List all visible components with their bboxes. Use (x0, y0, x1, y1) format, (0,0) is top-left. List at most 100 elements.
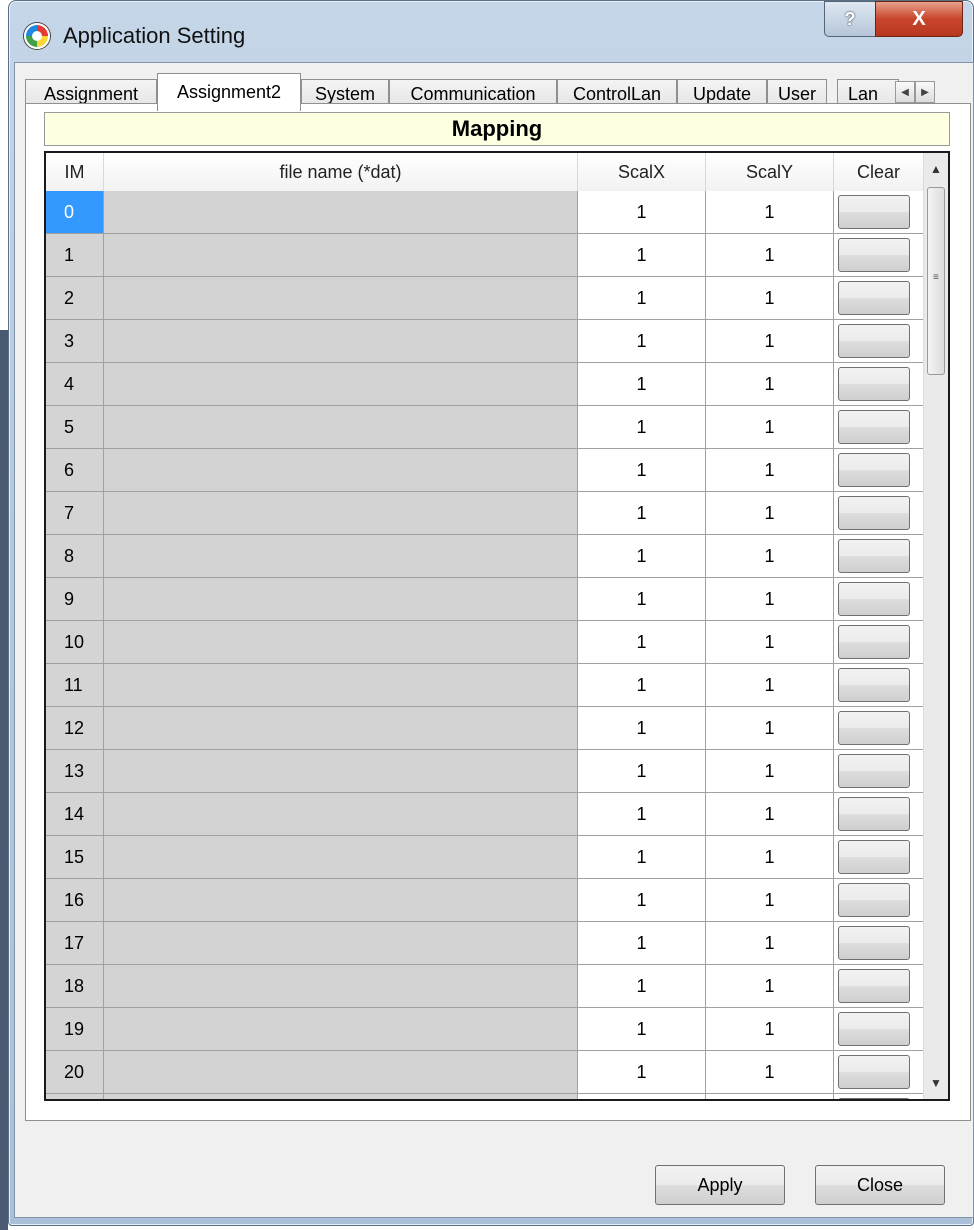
clear-button[interactable] (838, 625, 910, 659)
file-name-cell[interactable] (104, 492, 578, 535)
title-bar[interactable]: Application Setting ? X (9, 1, 973, 69)
im-cell[interactable]: 0 (46, 191, 104, 234)
file-name-cell[interactable] (104, 277, 578, 320)
clear-button[interactable] (838, 539, 910, 573)
scroll-thumb[interactable]: ≡ (927, 187, 945, 375)
scaly-cell[interactable]: 1 (706, 277, 834, 320)
file-name-cell[interactable] (104, 922, 578, 965)
im-cell[interactable]: 10 (46, 621, 104, 664)
scaly-cell[interactable]: 1 (706, 793, 834, 836)
close-window-button[interactable]: X (875, 1, 963, 37)
clear-button[interactable] (838, 410, 910, 444)
im-cell[interactable]: 3 (46, 320, 104, 363)
scaly-cell[interactable]: 1 (706, 621, 834, 664)
scaly-cell[interactable]: 1 (706, 1094, 834, 1099)
file-name-cell[interactable] (104, 836, 578, 879)
im-cell[interactable]: 8 (46, 535, 104, 578)
scalx-cell[interactable]: 1 (578, 664, 706, 707)
clear-button[interactable] (838, 582, 910, 616)
scaly-cell[interactable]: 1 (706, 664, 834, 707)
scalx-cell[interactable]: 1 (578, 879, 706, 922)
file-name-cell[interactable] (104, 621, 578, 664)
clear-button[interactable] (838, 195, 910, 229)
scaly-cell[interactable]: 1 (706, 449, 834, 492)
scaly-cell[interactable]: 1 (706, 965, 834, 1008)
scalx-cell[interactable]: 1 (578, 1008, 706, 1051)
im-cell[interactable]: 17 (46, 922, 104, 965)
file-name-cell[interactable] (104, 750, 578, 793)
scalx-cell[interactable]: 1 (578, 277, 706, 320)
scaly-cell[interactable]: 1 (706, 234, 834, 277)
scroll-up-arrow-icon[interactable]: ▲ (924, 157, 948, 181)
im-cell[interactable]: 18 (46, 965, 104, 1008)
scalx-cell[interactable]: 1 (578, 578, 706, 621)
im-cell[interactable]: 1 (46, 234, 104, 277)
column-header-scalx[interactable]: ScalX (578, 153, 706, 191)
column-header-scaly[interactable]: ScalY (706, 153, 834, 191)
clear-button[interactable] (838, 496, 910, 530)
file-name-cell[interactable] (104, 535, 578, 578)
file-name-cell[interactable] (104, 965, 578, 1008)
clear-button[interactable] (838, 754, 910, 788)
im-cell[interactable]: 9 (46, 578, 104, 621)
scaly-cell[interactable]: 1 (706, 1051, 834, 1094)
scalx-cell[interactable]: 1 (578, 234, 706, 277)
im-cell[interactable]: 5 (46, 406, 104, 449)
column-header-file-name[interactable]: file name (*dat) (104, 153, 578, 191)
tab-scroll-left-icon[interactable]: ◀ (895, 81, 915, 103)
clear-button[interactable] (838, 238, 910, 272)
clear-button[interactable] (838, 797, 910, 831)
scaly-cell[interactable]: 1 (706, 750, 834, 793)
scaly-cell[interactable]: 1 (706, 836, 834, 879)
scaly-cell[interactable]: 1 (706, 707, 834, 750)
scalx-cell[interactable]: 1 (578, 320, 706, 363)
clear-button[interactable] (838, 1055, 910, 1089)
scalx-cell[interactable]: 1 (578, 793, 706, 836)
close-button[interactable]: Close (815, 1165, 945, 1205)
clear-button[interactable] (838, 1012, 910, 1046)
scalx-cell[interactable]: 1 (578, 750, 706, 793)
file-name-cell[interactable] (104, 707, 578, 750)
file-name-cell[interactable] (104, 363, 578, 406)
clear-button[interactable] (838, 453, 910, 487)
scalx-cell[interactable]: 1 (578, 707, 706, 750)
column-header-clear[interactable]: Clear (834, 153, 924, 191)
clear-button[interactable] (838, 711, 910, 745)
scalx-cell[interactable]: 1 (578, 406, 706, 449)
im-cell[interactable]: 16 (46, 879, 104, 922)
im-cell[interactable]: 20 (46, 1051, 104, 1094)
scaly-cell[interactable]: 1 (706, 363, 834, 406)
scaly-cell[interactable]: 1 (706, 320, 834, 363)
scalx-cell[interactable]: 1 (578, 1051, 706, 1094)
file-name-cell[interactable] (104, 1051, 578, 1094)
scaly-cell[interactable]: 1 (706, 535, 834, 578)
file-name-cell[interactable] (104, 664, 578, 707)
scaly-cell[interactable]: 1 (706, 879, 834, 922)
clear-button[interactable] (838, 367, 910, 401)
clear-button[interactable] (838, 883, 910, 917)
im-cell[interactable]: 11 (46, 664, 104, 707)
grid-vertical-scrollbar[interactable]: ▲ ≡ ▼ (923, 153, 948, 1099)
scalx-cell[interactable]: 1 (578, 363, 706, 406)
scaly-cell[interactable]: 1 (706, 191, 834, 234)
im-cell[interactable]: 21 (46, 1094, 104, 1099)
clear-button[interactable] (838, 324, 910, 358)
im-cell[interactable]: 15 (46, 836, 104, 879)
scaly-cell[interactable]: 1 (706, 492, 834, 535)
scalx-cell[interactable]: 1 (578, 492, 706, 535)
tab-assignment2[interactable]: Assignment2 (157, 73, 301, 111)
file-name-cell[interactable] (104, 879, 578, 922)
clear-button[interactable] (838, 668, 910, 702)
help-button[interactable]: ? (824, 1, 876, 37)
file-name-cell[interactable] (104, 578, 578, 621)
scalx-cell[interactable]: 1 (578, 191, 706, 234)
im-cell[interactable]: 13 (46, 750, 104, 793)
apply-button[interactable]: Apply (655, 1165, 785, 1205)
file-name-cell[interactable] (104, 1008, 578, 1051)
scaly-cell[interactable]: 1 (706, 1008, 834, 1051)
im-cell[interactable]: 12 (46, 707, 104, 750)
tab-scroll-right-icon[interactable]: ▶ (915, 81, 935, 103)
file-name-cell[interactable] (104, 191, 578, 234)
clear-button[interactable] (838, 281, 910, 315)
clear-button[interactable] (838, 926, 910, 960)
